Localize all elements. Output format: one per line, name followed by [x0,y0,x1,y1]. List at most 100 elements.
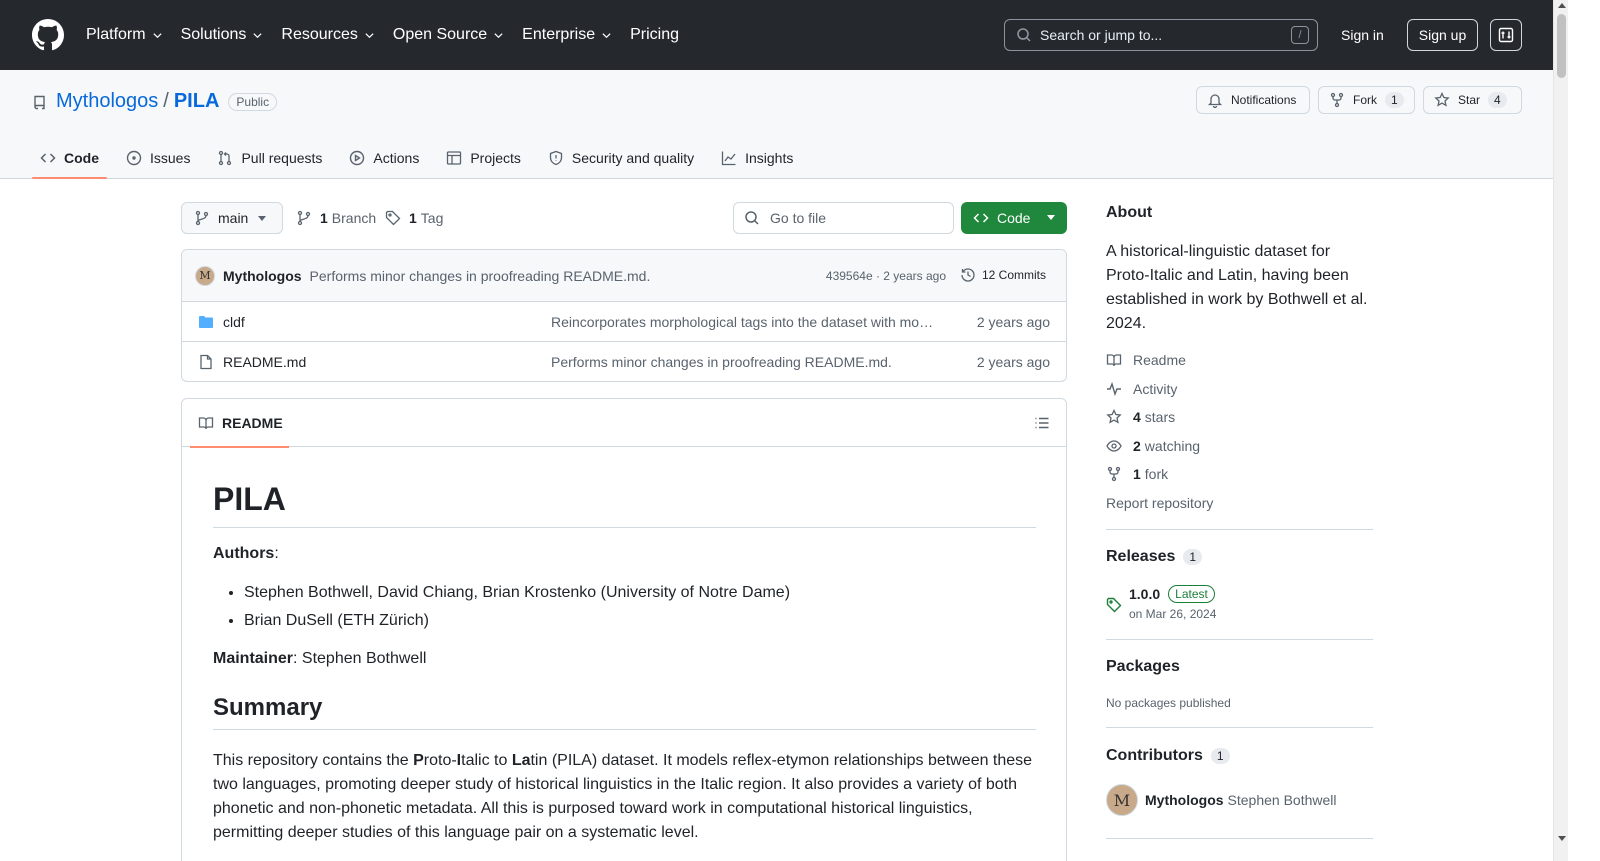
file-commit-message[interactable]: Reincorporates morphological tags into t… [551,314,935,330]
tab-issues[interactable]: Issues [118,138,198,178]
tab-pull-requests[interactable]: Pull requests [209,138,330,178]
page-scrollbar[interactable] [1553,0,1568,861]
summary-text: roto- [423,752,457,769]
commits-label: 12 Commits [981,268,1046,282]
tag-count: 1 [409,210,417,226]
packages-heading[interactable]: Packages [1106,658,1180,676]
nav-label: Resources [281,26,358,43]
pulse-icon [1106,381,1122,397]
repo-separator: / [163,90,169,112]
avatar[interactable]: M [195,265,215,286]
stars-link[interactable]: 4 stars [1106,409,1175,425]
sign-in-link[interactable]: Sign in [1341,27,1384,43]
contributor-item[interactable]: M Mythologos Stephen Bothwell [1106,784,1337,816]
branches-link[interactable]: 1 Branch [296,210,376,226]
tab-label: Projects [470,150,521,166]
file-name[interactable]: cldf [223,314,245,330]
eye-icon [1106,438,1122,454]
nav-solutions[interactable]: Solutions [181,26,264,44]
commit-author[interactable]: Mythologos [223,268,302,284]
file-name[interactable]: README.md [223,354,306,370]
scroll-up-arrow-icon[interactable] [1558,3,1566,8]
scroll-down-arrow-icon[interactable] [1558,836,1566,841]
packages-title: Packages [1106,658,1180,675]
watching-count: 2 [1133,438,1141,454]
contributors-title: Contributors [1106,747,1203,764]
code-dropdown-button[interactable]: Code [961,202,1067,234]
search-placeholder: Search or jump to... [1040,27,1163,43]
releases-heading[interactable]: Releases 1 [1106,548,1203,566]
commit-hash-time[interactable]: 439564e · 2 years ago [826,269,946,283]
readme-link[interactable]: Readme [1106,352,1186,368]
search-shortcut-key: / [1291,26,1309,44]
latest-commit-bar: M Mythologos Performs minor changes in p… [182,250,1066,302]
global-search-input[interactable]: Search or jump to... / [1004,19,1318,51]
nav-pricing[interactable]: Pricing [630,26,679,44]
divider [1106,727,1373,728]
file-listing: M Mythologos Performs minor changes in p… [181,249,1067,382]
visibility-badge: Public [228,92,278,111]
tab-label: Actions [373,150,420,166]
latest-release[interactable]: 1.0.0 Latest on Mar 26, 2024 [1106,585,1216,621]
link-label: watching [1144,438,1201,454]
tab-security[interactable]: Security and quality [540,138,702,178]
commit-message[interactable]: Performs minor changes in proofreading R… [310,268,651,284]
divider [1106,838,1373,839]
star-button[interactable]: Star 4 [1423,86,1522,114]
summary-heading: Summary [213,693,1036,730]
contributors-heading[interactable]: Contributors 1 [1106,747,1230,765]
branch-label: Branch [331,210,377,226]
chevron-down-icon [364,30,375,41]
notifications-button[interactable]: Notifications [1196,86,1310,114]
sign-up-button[interactable]: Sign up [1407,19,1478,51]
book-icon [1106,352,1122,368]
repo-owner-link[interactable]: Mythologos [56,90,158,113]
command-palette-button[interactable] [1490,19,1522,51]
star-count: 4 [1488,92,1507,108]
list-item: Brian DuSell (ETH Zürich) [244,609,790,633]
nav-platform[interactable]: Platform [86,26,163,44]
branch-selector[interactable]: main [181,202,283,234]
search-icon [744,210,760,226]
summary-bold: P [413,752,424,769]
repo-name-link[interactable]: PILA [174,90,220,113]
file-row[interactable]: README.md Performs minor changes in proo… [182,342,1066,381]
tag-label: Tag [420,210,444,226]
fork-button[interactable]: Fork 1 [1318,86,1415,114]
file-row[interactable]: cldf Reincorporates morphological tags i… [182,302,1066,342]
tab-actions[interactable]: Actions [341,138,427,178]
chevron-down-icon [601,30,612,41]
fork-count: 1 [1385,92,1404,108]
nav-enterprise[interactable]: Enterprise [522,26,612,44]
watching-link[interactable]: 2 watching [1106,438,1200,454]
readme-tab[interactable]: README [190,399,289,448]
file-commit-message[interactable]: Performs minor changes in proofreading R… [551,354,935,370]
tab-projects[interactable]: Projects [438,138,529,178]
tab-insights[interactable]: Insights [713,138,801,178]
caret-down-icon [258,216,266,221]
star-icon [1434,92,1450,108]
fork-icon [1329,92,1345,108]
branch-icon [296,210,312,226]
report-repository-link[interactable]: Report repository [1106,495,1213,511]
forks-link[interactable]: 1 fork [1106,466,1168,482]
nav-resources[interactable]: Resources [281,26,374,44]
code-icon [973,210,989,226]
summary-paragraph: This repository contains the Proto-Itali… [213,749,1036,845]
maintainer-label: Maintainer [213,650,294,667]
tags-link[interactable]: 1 Tag [385,210,443,226]
activity-link[interactable]: Activity [1106,381,1177,397]
list-icon[interactable] [1034,415,1050,431]
forks-count: 1 [1133,466,1141,482]
issue-icon [126,150,142,166]
go-to-file-input[interactable]: Go to file [733,202,954,234]
tag-icon [385,210,401,226]
tab-label: Code [64,150,99,166]
avatar[interactable]: M [1106,784,1138,816]
scrollbar-thumb[interactable] [1557,14,1566,78]
github-logo-icon[interactable] [32,19,64,51]
nav-open-source[interactable]: Open Source [393,26,504,44]
tab-code[interactable]: Code [32,138,107,179]
commits-link[interactable]: 12 Commits [960,267,1046,283]
pull-request-icon [217,150,233,166]
